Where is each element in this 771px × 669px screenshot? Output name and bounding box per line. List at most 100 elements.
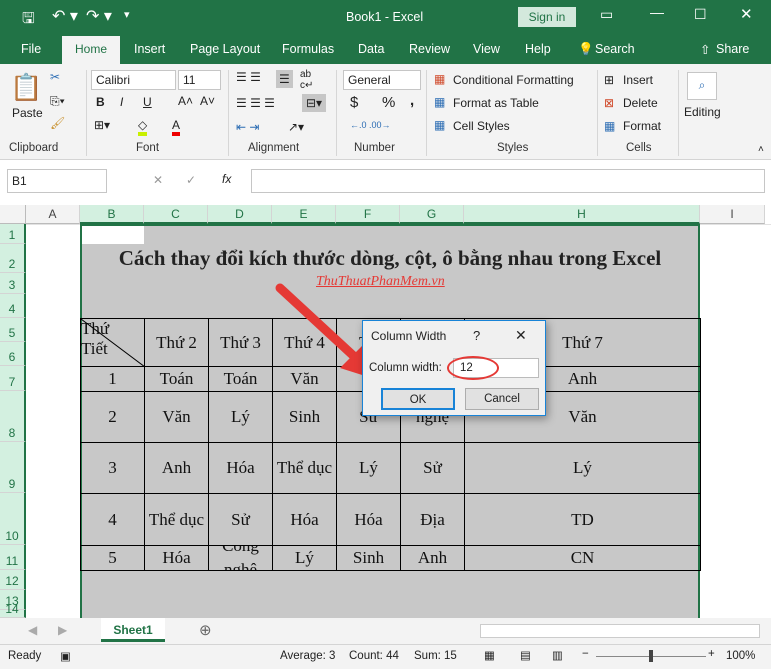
tab-home[interactable]: Home [62, 36, 120, 64]
select-all-button[interactable] [0, 205, 26, 224]
row-header-3[interactable]: 3 [0, 273, 26, 294]
redo-icon[interactable]: ↷ ▾ [86, 6, 112, 26]
orientation-icon[interactable]: ↗▾ [288, 120, 304, 134]
column-header-A[interactable]: A [26, 205, 80, 224]
underline-button[interactable]: U [143, 95, 152, 109]
row-header-14[interactable]: 14 [0, 602, 26, 618]
insert-cells-button[interactable]: Insert [623, 73, 653, 87]
zoom-in-button[interactable]: + [708, 648, 715, 660]
wrap-text-icon[interactable]: ab c↵ [300, 69, 313, 91]
tab-file[interactable]: File [21, 42, 41, 56]
align-left-icon[interactable]: ☰ ☰ ☰ [236, 96, 275, 110]
active-cell-b1[interactable] [82, 226, 144, 244]
maximize-button[interactable]: ☐ [694, 6, 707, 23]
subject-cell[interactable]: Toán [208, 366, 273, 392]
subject-cell[interactable]: Văn [144, 391, 209, 443]
subject-cell[interactable]: Anh [400, 545, 465, 571]
sign-in-button[interactable]: Sign in [518, 7, 576, 27]
day-header[interactable]: Thứ 3 [208, 318, 273, 367]
period-cell[interactable]: 5 [80, 545, 145, 571]
format-cells-button[interactable]: Format [623, 119, 661, 133]
sheet-tab-sheet1[interactable]: Sheet1 [101, 618, 165, 642]
subject-cell[interactable]: TD [464, 493, 701, 546]
save-icon[interactable]: 🖫 [22, 8, 35, 33]
day-header[interactable]: Thứ 2 [144, 318, 209, 367]
subject-cell[interactable]: Hóa [208, 442, 273, 494]
subject-cell[interactable]: Thể dục [144, 493, 209, 546]
tab-data[interactable]: Data [358, 42, 384, 56]
cancel-button[interactable]: Cancel [465, 388, 539, 410]
column-header-D[interactable]: D [208, 205, 272, 224]
subject-cell[interactable]: Hóa [336, 493, 401, 546]
increase-font-icon[interactable]: A˄ [178, 94, 193, 108]
currency-button[interactable]: $ [350, 94, 358, 111]
column-header-G[interactable]: G [400, 205, 464, 224]
page-layout-view-icon[interactable]: ▤ [520, 648, 531, 662]
bold-button[interactable]: B [96, 95, 105, 109]
subject-cell[interactable]: Sinh [336, 545, 401, 571]
indent-icons[interactable]: ⇤ ⇥ [236, 120, 259, 134]
zoom-out-button[interactable]: − [582, 648, 589, 660]
search-tab[interactable]: Search [595, 42, 635, 56]
subject-cell[interactable]: Sử [400, 442, 465, 494]
add-sheet-icon[interactable]: ⊕ [199, 621, 212, 639]
italic-button[interactable]: I [120, 95, 123, 109]
font-size-select[interactable]: 11 [178, 70, 221, 90]
period-cell[interactable]: 4 [80, 493, 145, 546]
row-header-4[interactable]: 4 [0, 294, 26, 318]
row-header-2[interactable]: 2 [0, 244, 26, 273]
subject-cell[interactable]: Công nghệ [208, 545, 273, 571]
column-header-H[interactable]: H [464, 205, 700, 224]
zoom-slider-thumb[interactable] [649, 650, 653, 662]
subject-cell[interactable]: Lý [464, 442, 701, 494]
number-format-select[interactable]: General [343, 70, 421, 90]
subject-cell[interactable]: Lý [208, 391, 273, 443]
row-header-5[interactable]: 5 [0, 318, 26, 342]
cut-icon[interactable]: ✂ [50, 70, 60, 84]
tab-view[interactable]: View [473, 42, 500, 56]
cell-styles-button[interactable]: Cell Styles [453, 119, 510, 133]
percent-button[interactable]: % [382, 94, 395, 111]
ok-button[interactable]: OK [381, 388, 455, 410]
subject-cell[interactable]: Hóa [272, 493, 337, 546]
close-button[interactable]: ✕ [740, 5, 753, 23]
tab-help[interactable]: Help [525, 42, 551, 56]
row-header-1[interactable]: 1 [0, 224, 26, 244]
insert-function-button[interactable]: fx [222, 172, 231, 186]
row-header-10[interactable]: 10 [0, 493, 26, 545]
tab-review[interactable]: Review [409, 42, 450, 56]
row-header-12[interactable]: 12 [0, 570, 26, 590]
minimize-button[interactable]: — [650, 4, 664, 20]
subject-cell[interactable]: Thể dục [272, 442, 337, 494]
undo-icon[interactable]: ↶ ▾ [52, 6, 78, 26]
ribbon-display-icon[interactable]: ▭ [600, 6, 613, 23]
paste-icon[interactable]: 📋 [10, 72, 42, 103]
align-bottom-icon[interactable]: ☰ [276, 70, 293, 88]
period-cell[interactable]: 1 [80, 366, 145, 392]
collapse-ribbon-icon[interactable]: ˄ [758, 144, 764, 155]
tab-formulas[interactable]: Formulas [282, 42, 334, 56]
row-header-11[interactable]: 11 [0, 545, 26, 570]
next-sheet-icon[interactable]: ▶ [58, 623, 67, 637]
column-header-F[interactable]: F [336, 205, 400, 224]
cancel-icon[interactable]: ✕ [153, 173, 163, 187]
borders-icon[interactable]: ⊞▾ [94, 118, 110, 132]
subject-cell[interactable]: Sinh [272, 391, 337, 443]
column-header-C[interactable]: C [144, 205, 208, 224]
subject-cell[interactable]: Hóa [144, 545, 209, 571]
font-color-icon[interactable]: A [172, 118, 181, 136]
share-button[interactable]: Share [716, 42, 749, 56]
page-break-view-icon[interactable]: ▥ [552, 648, 563, 662]
column-header-E[interactable]: E [272, 205, 336, 224]
zoom-level[interactable]: 100% [726, 650, 755, 662]
enter-icon[interactable]: ✓ [186, 173, 196, 187]
column-header-B[interactable]: B [80, 205, 144, 224]
corner-cell[interactable]: Thứ Tiết [80, 318, 145, 367]
merge-center-icon[interactable]: ⊟▾ [302, 94, 327, 112]
horizontal-scrollbar[interactable] [480, 624, 760, 638]
tab-page-layout[interactable]: Page Layout [190, 42, 260, 56]
copy-icon[interactable]: ⎘▾ [50, 94, 65, 109]
formula-input[interactable] [251, 169, 765, 193]
paste-button[interactable]: Paste [12, 106, 43, 120]
macro-record-icon[interactable]: ▣ [60, 649, 71, 663]
